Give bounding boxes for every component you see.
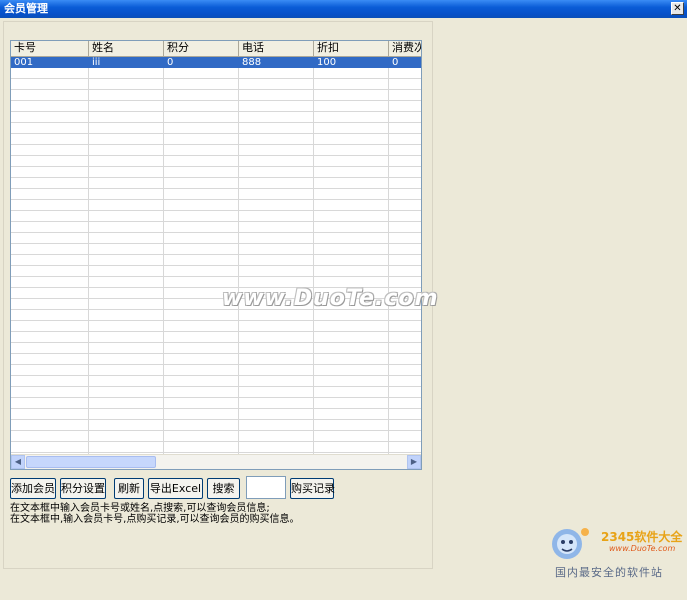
logo-url: www.DuoTe.com [609,544,676,553]
column-header-phone[interactable]: 电话 [239,41,314,56]
scroll-right-button[interactable]: ▶ [407,455,421,469]
horizontal-scrollbar[interactable]: ◀ ▶ [11,454,421,469]
cell-discount: 100 [317,57,337,68]
refresh-button[interactable]: 刷新 [114,478,144,499]
help-text-line2: 在文本框中,输入会员卡号,点购买记录,可以查询会员的购买信息。 [10,514,300,525]
cell-phone: 888 [242,57,262,68]
add-member-button[interactable]: 添加会员 [10,478,56,499]
column-divider [313,57,314,455]
points-settings-button[interactable]: 积分设置 [60,478,106,499]
corner-logo: 2345软件大全 www.DuoTe.com 国内最安全的软件站 [545,520,685,580]
column-header-points[interactable]: 积分 [164,41,239,56]
window-title: 会员管理 [4,2,48,15]
scroll-left-button[interactable]: ◀ [11,455,25,469]
table-body [11,57,421,455]
help-text-line1: 在文本框中输入会员卡号或姓名,点搜索,可以查询会员信息; [10,503,270,514]
table-header: 卡号 姓名 积分 电话 折扣 消费次 [11,41,421,57]
table-row[interactable]: 001 iii 0 888 100 0 [11,57,421,68]
close-button[interactable]: ✕ [671,2,684,15]
cell-count: 0 [392,57,399,68]
search-input[interactable] [246,476,286,499]
logo-slogan: 国内最安全的软件站 [555,566,663,579]
close-icon: ✕ [673,3,682,14]
column-header-discount[interactable]: 折扣 [314,41,389,56]
cell-points: 0 [167,57,174,68]
search-button[interactable]: 搜索 [207,478,240,499]
watermark: www.DuoTe.com [222,286,439,311]
export-excel-button[interactable]: 导出Excel [148,478,203,499]
purchase-records-button[interactable]: 购买记录 [290,478,335,499]
chevron-left-icon: ◀ [14,457,22,466]
column-header-count[interactable]: 消费次 [389,41,421,56]
chevron-right-icon: ▶ [410,457,418,466]
column-divider [163,57,164,455]
column-divider [388,57,389,455]
scrollbar-thumb[interactable] [26,456,156,468]
cell-name: iii [92,57,101,68]
title-bar: 会员管理 ✕ [0,0,687,18]
column-divider [238,57,239,455]
member-table[interactable]: 卡号 姓名 积分 电话 折扣 消费次 001 iii 0 888 100 0 ◀… [10,40,422,470]
cell-card-no: 001 [14,57,34,68]
column-divider [88,57,89,455]
logo-brand: 2345软件大全 [601,530,683,544]
column-header-card-no[interactable]: 卡号 [11,41,89,56]
column-header-name[interactable]: 姓名 [89,41,164,56]
mascot-icon [552,528,589,559]
